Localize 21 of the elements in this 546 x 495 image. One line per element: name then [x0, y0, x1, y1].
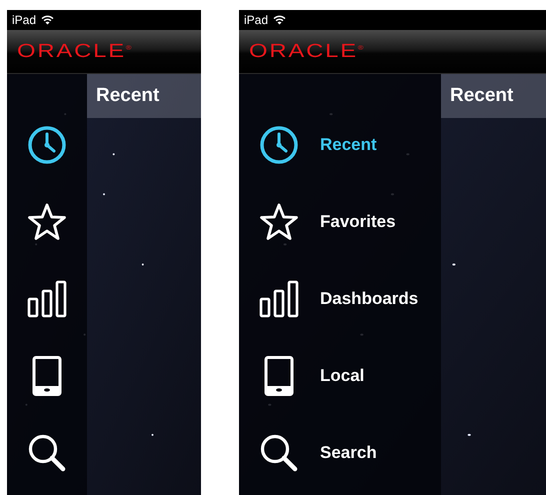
- bar-chart-icon: [259, 278, 299, 318]
- clock-icon: [27, 124, 67, 164]
- device-name: iPad: [244, 13, 268, 27]
- panel-title: Recent: [441, 74, 546, 118]
- wifi-icon: [273, 15, 286, 25]
- logo: ORACLE$^{®}$: [249, 40, 366, 62]
- menu-item[interactable]: Search: [239, 414, 441, 491]
- panel-title: Recent: [87, 74, 201, 118]
- search-icon: [259, 432, 299, 472]
- wifi-icon: [41, 15, 54, 25]
- logo: ORACLE$^{®}$: [17, 40, 134, 62]
- star-icon: [259, 202, 299, 242]
- menu-item[interactable]: Dashboards: [239, 260, 441, 337]
- menu-item[interactable]: Favorites: [239, 183, 441, 260]
- search-icon: [27, 432, 67, 472]
- bar-chart-icon: [27, 278, 67, 318]
- clock-icon: [259, 124, 299, 164]
- device-name: iPad: [12, 13, 36, 27]
- menu-item[interactable]: Local: [239, 337, 441, 414]
- menu-item[interactable]: Recent: [239, 106, 441, 183]
- star-icon: [27, 202, 67, 242]
